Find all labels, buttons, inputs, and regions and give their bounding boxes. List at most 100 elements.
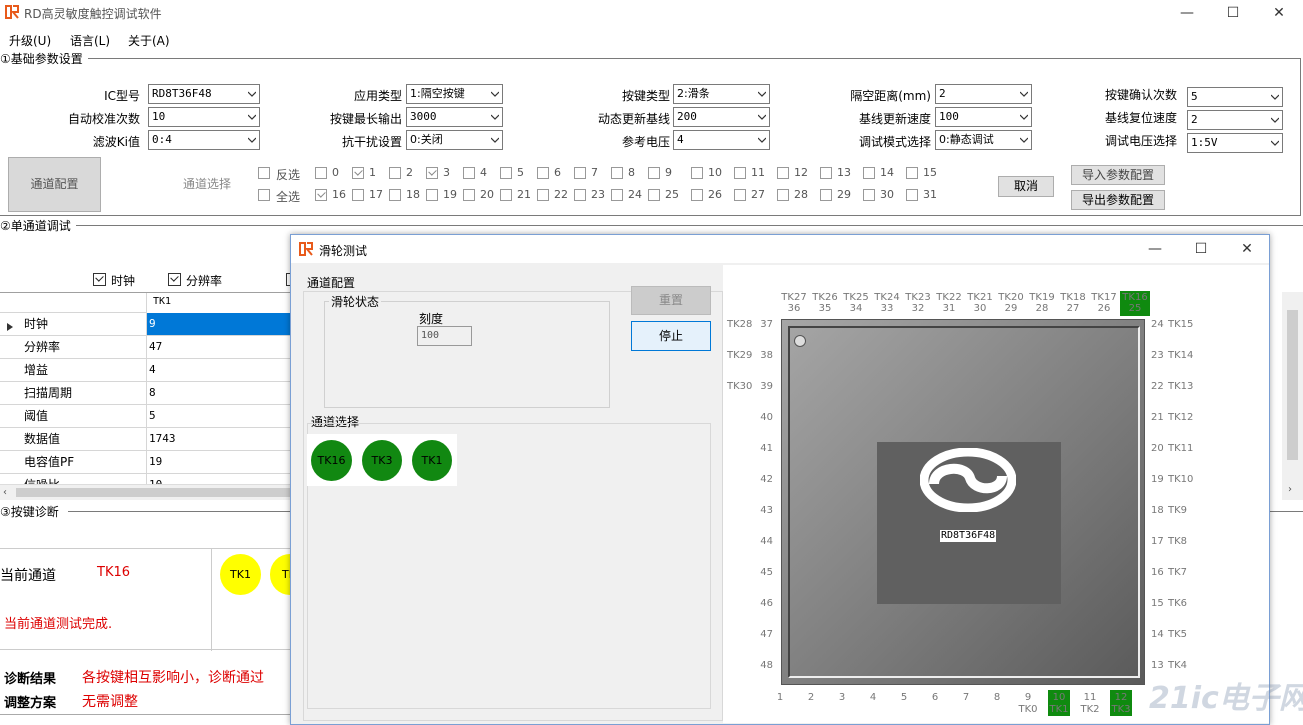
reset-button[interactable]: 重置 [631, 286, 711, 315]
channel-checkbox-28[interactable] [777, 189, 789, 201]
minimize-button[interactable]: — [1164, 0, 1210, 26]
baseline-speed-select[interactable]: 100 [935, 107, 1032, 127]
clock-checkbox[interactable] [93, 273, 106, 286]
channel-circle-tk16[interactable]: TK16 [311, 440, 352, 481]
app-logo-icon [4, 4, 20, 20]
channel-checkbox-5[interactable] [500, 167, 512, 179]
grid-row-name: 时钟 [0, 313, 147, 336]
channel-checkbox-13[interactable] [820, 167, 832, 179]
pin-label: 33 [880, 303, 894, 314]
close-button[interactable]: ✕ [1256, 0, 1302, 26]
grid-vertical-scrollbar[interactable]: › [1282, 292, 1303, 500]
baseline-reset-select[interactable]: 2 [1187, 110, 1283, 130]
channel-checkbox-9[interactable] [648, 167, 660, 179]
grid-row-value[interactable]: 5 [147, 405, 290, 428]
channel-label-17: 17 [369, 188, 383, 201]
vscroll-thumb[interactable] [1287, 310, 1298, 460]
channel-checkbox-29[interactable] [820, 189, 832, 201]
ref-voltage-value: 4 [677, 133, 684, 146]
channel-circle-tk1[interactable]: TK1 [412, 440, 452, 481]
menu-about[interactable]: 关于(A) [128, 32, 170, 49]
channel-checkbox-26[interactable] [691, 189, 703, 201]
grid-row-value[interactable]: 4 [147, 359, 290, 382]
dyn-baseline-select[interactable]: 200 [673, 107, 770, 127]
scroll-thumb[interactable] [16, 488, 290, 497]
channel-checkbox-11[interactable] [734, 167, 746, 179]
channel-checkbox-27[interactable] [734, 189, 746, 201]
pin-label: 3 [838, 692, 846, 703]
ref-voltage-select[interactable]: 4 [673, 130, 770, 150]
channel-checkbox-18[interactable] [389, 189, 401, 201]
pin-label: 11 [1083, 692, 1097, 703]
channel-checkbox-7[interactable] [574, 167, 586, 179]
export-config-button[interactable]: 导出参数配置 [1071, 190, 1165, 210]
pin-label: TK6 [1168, 598, 1188, 609]
grid-row-name: 分辨率 [0, 336, 147, 359]
air-distance-select[interactable]: 2 [935, 84, 1032, 104]
channel-circle-tk3[interactable]: TK3 [362, 440, 402, 481]
chevron-down-icon [248, 90, 256, 98]
resolution-checkbox[interactable] [168, 273, 181, 286]
filter-ki-select[interactable]: 0:4 [148, 130, 260, 150]
menu-language[interactable]: 语言(L) [70, 32, 110, 49]
channel-checkbox-17[interactable] [352, 189, 364, 201]
debug-mode-select[interactable]: 0:静态调试 [935, 130, 1032, 150]
slider-maximize-button[interactable]: ☐ [1178, 235, 1224, 263]
channel-checkbox-15[interactable] [906, 167, 918, 179]
channel-checkbox-22[interactable] [537, 189, 549, 201]
diag-key-tk1[interactable]: TK1 [220, 554, 261, 595]
channel-checkbox-25[interactable] [648, 189, 660, 201]
maximize-button[interactable]: ☐ [1210, 0, 1256, 26]
auto-calib-select[interactable]: 10 [148, 107, 260, 127]
channel-checkbox-0[interactable] [315, 167, 327, 179]
grid-row-value[interactable]: 9 [147, 313, 290, 336]
slider-close-button[interactable]: ✕ [1224, 235, 1270, 263]
channel-checkbox-8[interactable] [611, 167, 623, 179]
channel-checkbox-2[interactable] [389, 167, 401, 179]
channel-checkbox-4[interactable] [463, 167, 475, 179]
channel-checkbox-23[interactable] [574, 189, 586, 201]
channel-checkbox-3[interactable] [426, 167, 438, 179]
auto-calib-value: 10 [152, 110, 166, 123]
app-type-select[interactable]: 1:隔空按键 [406, 84, 503, 104]
channel-checkbox-21[interactable] [500, 189, 512, 201]
scroll-right-icon[interactable]: › [1288, 484, 1292, 495]
scroll-left-icon[interactable]: ‹ [3, 487, 7, 498]
invert-checkbox[interactable] [258, 167, 270, 179]
baseline-speed-value: 100 [939, 110, 959, 123]
key-type-select[interactable]: 2:滑条 [673, 84, 770, 104]
channel-checkbox-20[interactable] [463, 189, 475, 201]
channel-checkbox-12[interactable] [777, 167, 789, 179]
channel-checkbox-24[interactable] [611, 189, 623, 201]
grid-row-value[interactable]: 1743 [147, 428, 290, 451]
channel-checkbox-10[interactable] [691, 167, 703, 179]
select-all-checkbox[interactable] [258, 189, 270, 201]
slider-test-window: 滑轮测试 — ☐ ✕ 通道配置 滑轮状态 刻度 100 重置 停止 通道选择 T… [290, 234, 1303, 725]
import-config-button[interactable]: 导入参数配置 [1071, 165, 1165, 185]
grid-row-value[interactable]: 47 [147, 336, 290, 359]
channel-checkbox-6[interactable] [537, 167, 549, 179]
grid-row-value[interactable]: 8 [147, 382, 290, 405]
channel-checkbox-31[interactable] [906, 189, 918, 201]
pin-label: TK9 [1168, 505, 1188, 516]
grid-row-value[interactable]: 19 [147, 451, 290, 474]
ic-model-select[interactable]: RD8T36F48 [148, 84, 260, 104]
pin-label: 2 [807, 692, 815, 703]
grid-horizontal-scrollbar[interactable]: ‹ [0, 484, 290, 500]
menu-upgrade[interactable]: 升级(U) [9, 32, 51, 49]
anti-jam-select[interactable]: 0:关闭 [406, 130, 503, 150]
pin-label: 35 [818, 303, 832, 314]
channel-checkbox-14[interactable] [863, 167, 875, 179]
channel-config-button[interactable]: 通道配置 [8, 157, 101, 212]
slider-minimize-button[interactable]: — [1132, 235, 1178, 263]
key-confirm-select[interactable]: 5 [1187, 87, 1283, 107]
channel-checkbox-16[interactable] [315, 189, 327, 201]
cancel-button[interactable]: 取消 [998, 176, 1054, 197]
channel-checkbox-30[interactable] [863, 189, 875, 201]
debug-voltage-select[interactable]: 1:5V [1187, 133, 1283, 153]
channel-checkbox-1[interactable] [352, 167, 364, 179]
current-channel-value: TK16 [97, 565, 131, 580]
stop-button[interactable]: 停止 [631, 321, 711, 351]
max-output-select[interactable]: 3000 [406, 107, 503, 127]
channel-checkbox-19[interactable] [426, 189, 438, 201]
